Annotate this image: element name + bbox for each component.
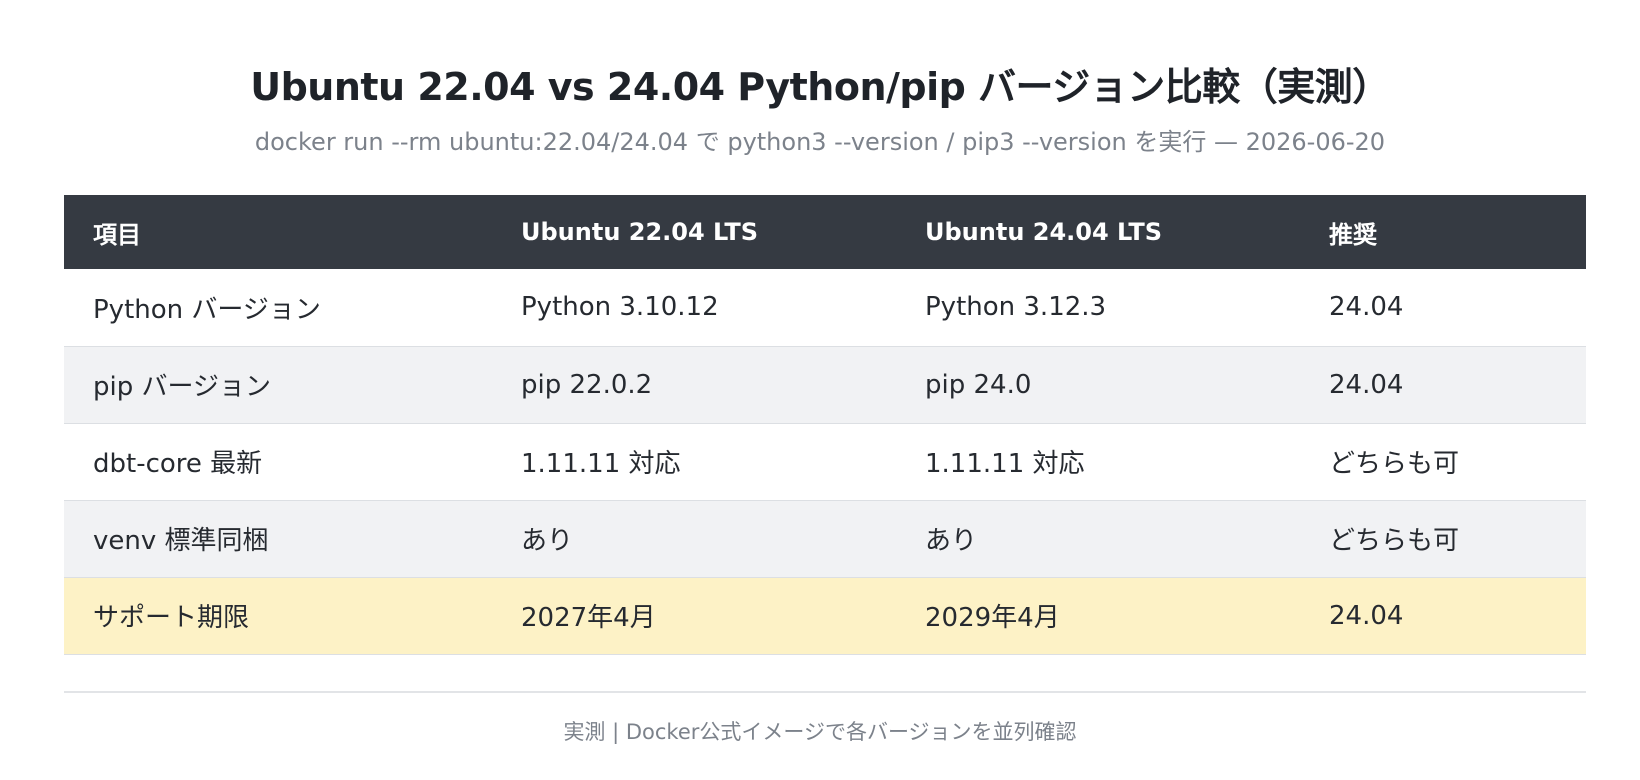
table-cell: あり xyxy=(925,526,978,556)
table-cell: 24.04 xyxy=(1329,292,1404,323)
table-cell: 24.04 xyxy=(1329,600,1404,631)
table-cell: 1.11.11 対応 xyxy=(925,449,1085,479)
table-cell: Python バージョン xyxy=(93,294,321,325)
column-header-item: 項目 xyxy=(93,220,141,249)
page-title: Ubuntu 22.04 vs 24.04 Python/pip バージョン比較… xyxy=(250,65,1390,109)
footer-note: 実測 | Docker公式イメージで各バージョンを並列確認 xyxy=(563,720,1077,744)
table-row-highlighted: サポート期限 2027年4月 2029年4月 24.04 xyxy=(64,577,1586,654)
footer-divider xyxy=(64,691,1586,693)
table-row: pip バージョン pip 22.0.2 pip 24.0 24.04 xyxy=(64,346,1586,423)
table-cell: どちらも可 xyxy=(1329,449,1460,479)
comparison-table: 項目 Ubuntu 22.04 LTS Ubuntu 24.04 LTS 推奨 … xyxy=(64,195,1586,655)
table-cell: 2029年4月 xyxy=(925,603,1060,633)
table-cell: 1.11.11 対応 xyxy=(521,449,681,479)
table-cell: pip 24.0 xyxy=(925,369,1032,400)
table-cell: 24.04 xyxy=(1329,369,1404,400)
table-cell: venv 標準同梱 xyxy=(93,526,269,556)
table-cell: サポート期限 xyxy=(93,603,250,633)
comparison-page: Ubuntu 22.04 vs 24.04 Python/pip バージョン比較… xyxy=(0,0,1640,780)
table-cell: 2027年4月 xyxy=(521,603,656,633)
table-cell: Python 3.12.3 xyxy=(925,292,1107,323)
column-header-recommended: 推奨 xyxy=(1329,220,1377,249)
table-cell: pip 22.0.2 xyxy=(521,369,653,400)
table-cell: Python 3.10.12 xyxy=(521,292,719,323)
column-header-ubuntu-2204: Ubuntu 22.04 LTS xyxy=(521,218,758,246)
table-cell: dbt-core 最新 xyxy=(93,449,263,479)
table-cell: あり xyxy=(521,526,574,556)
table-row: Python バージョン Python 3.10.12 Python 3.12.… xyxy=(64,269,1586,346)
page-subtitle: docker run --rm ubuntu:22.04/24.04 で pyt… xyxy=(254,128,1386,156)
table-cell: pip バージョン xyxy=(93,372,271,402)
table-row: dbt-core 最新 1.11.11 対応 1.11.11 対応 どちらも可 xyxy=(64,423,1586,500)
column-header-ubuntu-2404: Ubuntu 24.04 LTS xyxy=(925,218,1162,246)
table-cell: どちらも可 xyxy=(1329,526,1460,556)
table-row: venv 標準同梱 あり あり どちらも可 xyxy=(64,500,1586,577)
table-header-row: 項目 Ubuntu 22.04 LTS Ubuntu 24.04 LTS 推奨 xyxy=(64,195,1586,269)
